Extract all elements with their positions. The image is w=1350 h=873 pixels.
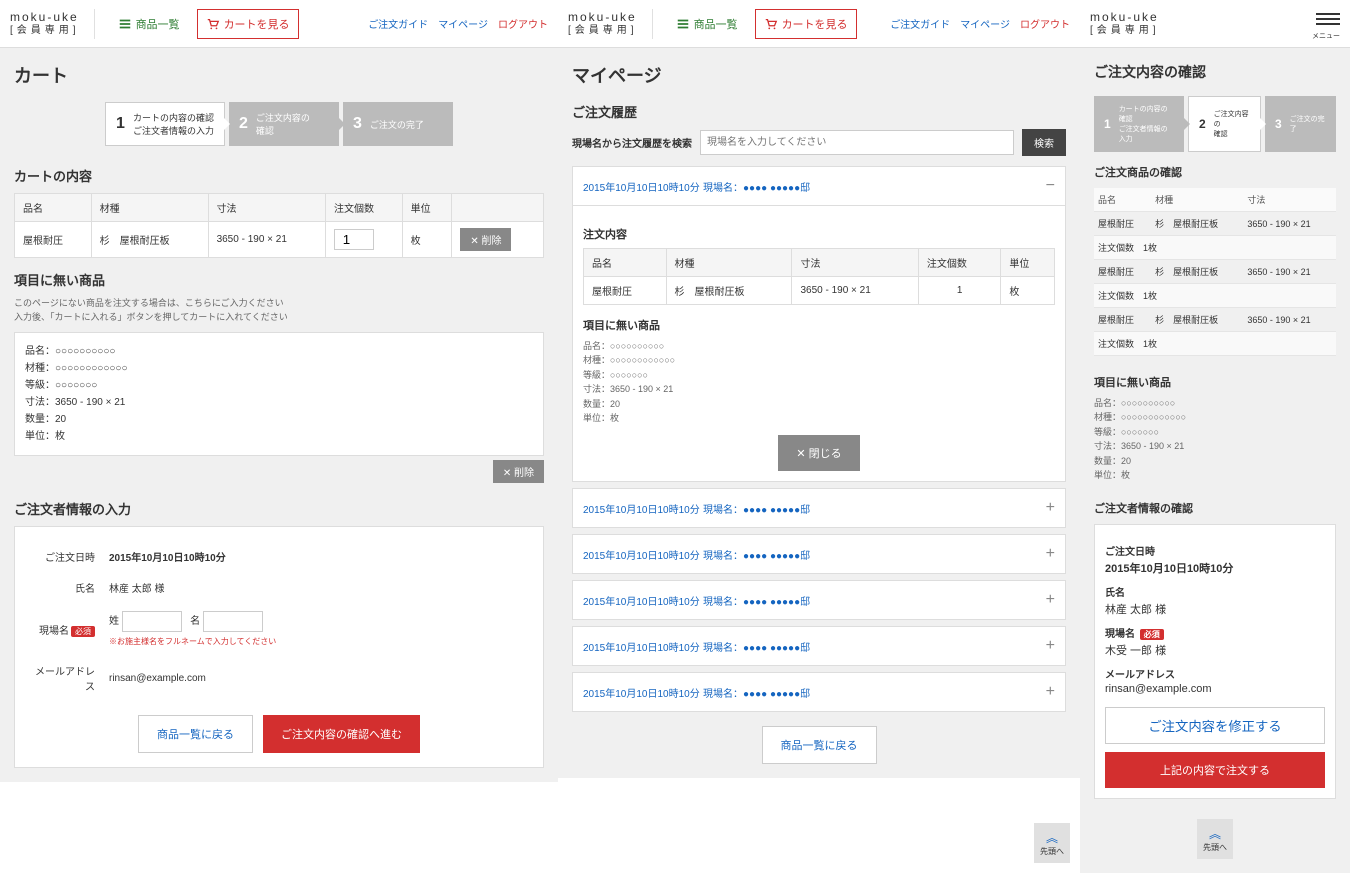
history-header[interactable]: 2015年10月10日10時10分 現場名：●●●● ●●●●●邸 − [573, 167, 1065, 205]
submit-order-button[interactable]: 上記の内容で注文する [1105, 752, 1325, 788]
back-to-top[interactable]: ︽ 先頭へ [1197, 819, 1233, 859]
page-title: マイページ [572, 62, 1066, 88]
nav-products[interactable]: 商品一覧 [667, 9, 747, 39]
orderer-form: ご注文日時 2015年10月10日10時10分 氏名 林産 太郎 様 現場名必須… [14, 526, 544, 768]
cart-table: 品名 材種 寸法 注文個数 単位 屋根耐圧 杉 屋根耐圧板 3650 - 190… [14, 193, 544, 258]
confirm-products-heading: ご注文商品の確認 [1094, 164, 1336, 180]
chevron-up-icon: ︽ [1040, 829, 1064, 846]
nav-products[interactable]: 商品一覧 [109, 9, 189, 39]
progress-steps: 1カートの内容の確認 ご注文者情報の入力 2ご注文内容の 確認 3ご注文の完了 [14, 102, 544, 146]
proceed-confirm-button[interactable]: ご注文内容の確認へ進む [263, 715, 420, 753]
edit-order-button[interactable]: ご注文内容を修正する [1105, 707, 1325, 744]
step-3: 3ご注文の完了 [1265, 96, 1336, 152]
page-title: ご注文内容の確認 [1094, 62, 1336, 82]
free-item-heading: 項目に無い商品 [14, 270, 544, 289]
confirm-orderer-heading: ご注文者情報の確認 [1094, 500, 1336, 516]
history-heading: ご注文履歴 [572, 102, 1066, 121]
step-3: 3ご注文の完了 [343, 102, 453, 146]
cart-icon [206, 17, 220, 31]
nav-cart[interactable]: カートを見る [755, 9, 857, 39]
menu-button[interactable] [1316, 7, 1340, 31]
back-to-top[interactable]: ︽ 先頭へ [1034, 823, 1070, 863]
history-item-expanded: 2015年10月10日10時10分 現場名：●●●● ●●●●●邸 − 注文内容… [572, 166, 1066, 482]
step-1: 1カートの内容の確認 ご注文者情報の入力 [105, 102, 225, 146]
link-guide[interactable]: ご注文ガイド [368, 16, 428, 31]
site-sei-input[interactable] [122, 611, 182, 632]
history-item[interactable]: 2015年10月10日10時10分現場名：●●●● ●●●●●邸+ [572, 626, 1066, 666]
cart-row: 屋根耐圧 杉 屋根耐圧板 3650 - 190 × 21 枚 削除 [15, 222, 544, 258]
orderer-heading: ご注文者情報の入力 [14, 499, 544, 518]
step-1: 1カートの内容の確認 ご注文者情報の入力 [1094, 96, 1184, 152]
cart-icon [764, 17, 778, 31]
history-item[interactable]: 2015年10月10日10時10分現場名：●●●● ●●●●●邸+ [572, 488, 1066, 528]
logo: moku-uke [会員専用] [10, 11, 80, 35]
search-button[interactable]: 検索 [1022, 129, 1066, 156]
history-item[interactable]: 2015年10月10日10時10分現場名：●●●● ●●●●●邸+ [572, 534, 1066, 574]
link-logout[interactable]: ログアウト [498, 16, 548, 31]
list-icon [118, 17, 132, 31]
history-search-input[interactable] [700, 130, 1014, 155]
link-guide[interactable]: ご注文ガイド [890, 16, 950, 31]
qty-input[interactable] [334, 229, 374, 250]
link-mypage[interactable]: マイページ [438, 16, 488, 31]
expand-icon: + [1046, 499, 1055, 517]
history-item[interactable]: 2015年10月10日10時10分現場名：●●●● ●●●●●邸+ [572, 672, 1066, 712]
chevron-up-icon: ︽ [1203, 825, 1227, 842]
nav-cart[interactable]: カートを見る [197, 9, 299, 39]
confirm-table: 品名材種寸法 屋根耐圧杉 屋根耐圧板3650 - 190 × 21 注文個数 1… [1094, 188, 1336, 356]
logo: moku-uke[会員専用] [568, 11, 638, 35]
free-item-note: このページにない商品を注文する場合は、こちらにご入力ください 入力後、「カートに… [14, 297, 544, 324]
expand-icon: + [1046, 637, 1055, 655]
back-to-products-button[interactable]: 商品一覧に戻る [138, 715, 253, 753]
expand-icon: + [1046, 545, 1055, 563]
step-2: 2ご注文内容の 確認 [1188, 96, 1261, 152]
delete-free-button[interactable]: 削除 [493, 460, 544, 483]
header: moku-uke [会員専用] 商品一覧 カートを見る ご注文ガイド マイページ… [0, 0, 558, 48]
logo: moku-uke[会員専用] [1090, 11, 1160, 35]
header: moku-uke[会員専用] 商品一覧 カートを見る ご注文ガイド マイページ … [558, 0, 1080, 48]
header: moku-uke[会員専用] メニュー [1080, 0, 1350, 48]
free-item-box[interactable]: 品名：○○○○○○○○○○ 材種：○○○○○○○○○○○○ 等級：○○○○○○○… [14, 332, 544, 456]
link-mypage[interactable]: マイページ [960, 16, 1010, 31]
back-to-products-button[interactable]: 商品一覧に戻る [762, 726, 877, 764]
collapse-icon: − [1046, 177, 1055, 195]
cart-contents-heading: カートの内容 [14, 166, 544, 185]
delete-row-button[interactable]: 削除 [460, 228, 511, 251]
confirm-free-heading: 項目に無い商品 [1094, 374, 1336, 390]
site-mei-input[interactable] [203, 611, 263, 632]
list-icon [676, 17, 690, 31]
link-logout[interactable]: ログアウト [1020, 16, 1070, 31]
history-item[interactable]: 2015年10月10日10時10分現場名：●●●● ●●●●●邸+ [572, 580, 1066, 620]
step-2: 2ご注文内容の 確認 [229, 102, 339, 146]
expand-icon: + [1046, 591, 1055, 609]
page-title: カート [14, 62, 544, 88]
progress-steps: 1カートの内容の確認 ご注文者情報の入力 2ご注文内容の 確認 3ご注文の完了 [1094, 96, 1336, 152]
expand-icon: + [1046, 683, 1055, 701]
close-history-button[interactable]: ✕ 閉じる [778, 435, 859, 471]
